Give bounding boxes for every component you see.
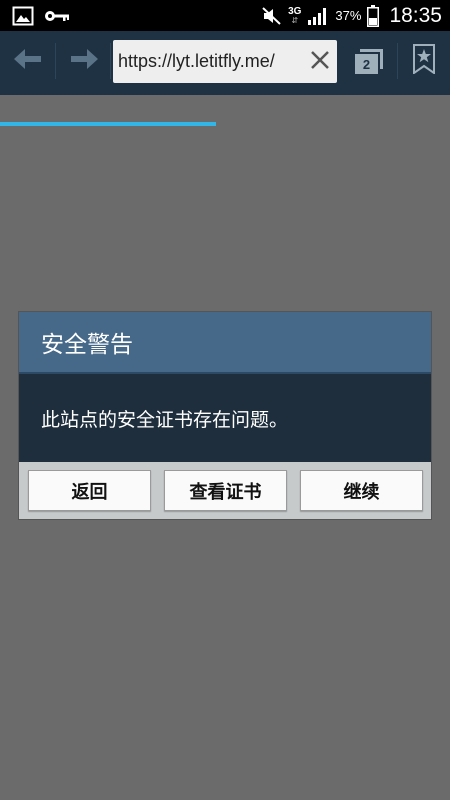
battery-icon — [367, 4, 380, 27]
gallery-icon — [12, 6, 34, 26]
bookmark-button[interactable] — [402, 37, 446, 85]
arrow-right-icon — [70, 48, 98, 74]
key-icon — [44, 8, 70, 24]
forward-button[interactable] — [58, 31, 110, 91]
security-warning-dialog: 安全警告 此站点的安全证书存在问题。 返回 查看证书 继续 — [18, 311, 432, 520]
dialog-button-bar: 返回 查看证书 继续 — [19, 462, 431, 519]
toolbar-separator — [55, 43, 56, 79]
dialog-message: 此站点的安全证书存在问题。 — [19, 374, 431, 462]
back-button[interactable] — [2, 31, 54, 91]
status-right: 3G ⇵ 37% 18:35 — [262, 4, 450, 28]
status-left — [0, 6, 70, 26]
page-load-progress — [0, 122, 216, 126]
battery-percent: 37% — [335, 8, 362, 23]
back-dialog-button[interactable]: 返回 — [28, 470, 151, 511]
toolbar-separator — [110, 43, 111, 79]
toolbar-separator — [397, 43, 398, 79]
signal-icon — [307, 6, 329, 26]
tabs-button[interactable]: 2 — [344, 37, 392, 85]
url-text[interactable]: https://lyt.letitfly.me/ — [113, 51, 303, 72]
status-bar: 3G ⇵ 37% 18:35 — [0, 0, 450, 31]
mute-icon — [262, 6, 282, 26]
view-certificate-button[interactable]: 查看证书 — [164, 470, 287, 511]
status-clock: 18:35 — [389, 3, 442, 27]
address-bar[interactable]: https://lyt.letitfly.me/ — [113, 40, 337, 83]
clear-url-button[interactable] — [303, 40, 337, 83]
arrow-left-icon — [14, 48, 42, 74]
continue-button[interactable]: 继续 — [300, 470, 423, 511]
browser-toolbar: https://lyt.letitfly.me/ 2 — [0, 31, 450, 126]
bookmark-star-icon — [413, 44, 435, 78]
dialog-title: 安全警告 — [19, 312, 431, 372]
network-type: 3G ⇵ — [288, 5, 302, 25]
close-icon — [310, 50, 330, 74]
network-type-label: 3G — [288, 5, 302, 17]
data-activity-icon: ⇵ — [291, 15, 299, 25]
tab-count: 2 — [355, 54, 378, 74]
